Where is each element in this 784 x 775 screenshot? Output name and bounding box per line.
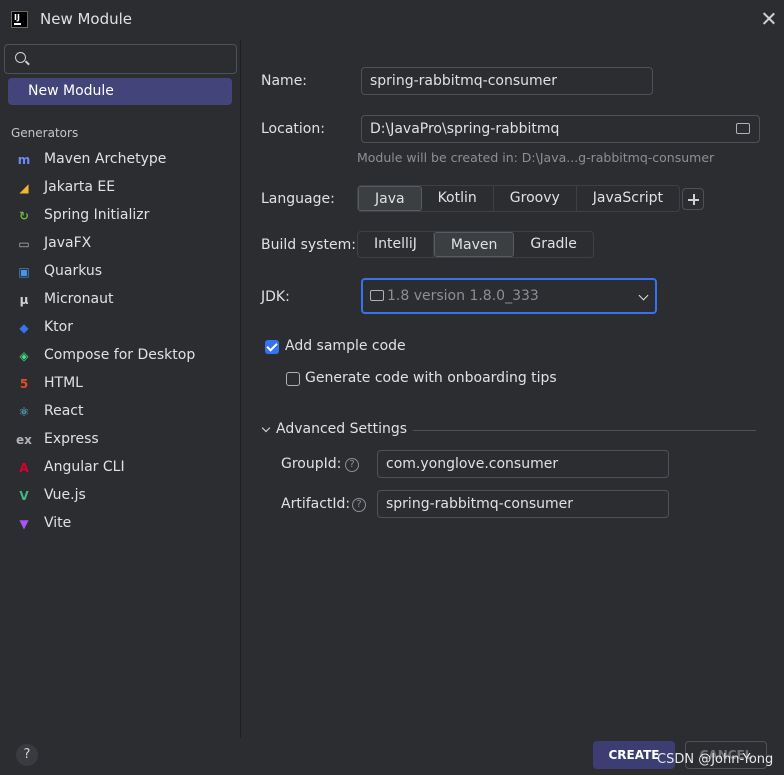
build-maven[interactable]: Maven [433, 232, 515, 257]
build-system-selector: IntelliJ Maven Gradle [357, 231, 594, 258]
add-sample-code-checkbox[interactable] [265, 340, 279, 354]
generator-item[interactable]: ▼ Vite [0, 510, 240, 538]
watermark: CSDN @John-Yong [657, 752, 774, 767]
generator-label: Quarkus [44, 263, 103, 279]
generator-label: JavaFX [44, 235, 92, 251]
jdk-value: 1.8 version 1.8.0_333 [387, 288, 539, 304]
build-gradle[interactable]: Gradle [514, 232, 593, 257]
location-hint: Module will be created in: D:\Java...g-r… [357, 150, 715, 165]
sidebar-item-new-module[interactable]: New Module [8, 78, 232, 105]
language-kotlin[interactable]: Kotlin [422, 186, 494, 211]
generator-label: Ktor [44, 319, 73, 335]
vite-icon: ▼ [19, 517, 29, 531]
language-groovy[interactable]: Groovy [494, 186, 577, 211]
intellij-app-icon: IJ [11, 11, 28, 28]
generator-label: Vue.js [44, 487, 86, 503]
micronaut-icon: μ [19, 293, 29, 307]
angular-icon: A [19, 461, 29, 475]
artifactid-label: ArtifactId: [281, 496, 351, 512]
generator-item[interactable]: μ Micronaut [0, 286, 240, 314]
help-button[interactable]: ? [16, 744, 38, 766]
browse-folder-icon[interactable] [736, 123, 750, 134]
language-selector: Java Kotlin Groovy JavaScript [357, 185, 680, 212]
search-input[interactable] [4, 44, 237, 74]
generator-item[interactable]: A Angular CLI [0, 454, 240, 482]
generator-item[interactable]: 5 HTML [0, 370, 240, 398]
close-icon[interactable] [759, 9, 779, 29]
jakarta-icon: ◢ [19, 181, 29, 195]
name-field[interactable]: spring-rabbitmq-consumer [361, 67, 653, 95]
location-value: D:\JavaPro\spring-rabbitmq [370, 121, 560, 137]
location-label: Location: [261, 121, 325, 137]
chevron-down-icon[interactable] [261, 423, 271, 433]
chevron-down-icon [638, 290, 649, 301]
generator-label: Compose for Desktop [44, 347, 196, 363]
spring-icon: ↻ [18, 209, 30, 223]
javafx-icon: ▭ [18, 237, 30, 251]
generator-label: Micronaut [44, 291, 114, 307]
generator-label: Vite [44, 515, 72, 531]
sidebar: New Module Generators m Maven Archetype ◢ J… [0, 40, 241, 738]
section-divider [413, 430, 756, 431]
vue-icon: V [19, 489, 29, 503]
generator-item[interactable]: ◆ Ktor [0, 314, 240, 342]
location-field[interactable]: D:\JavaPro\spring-rabbitmq [361, 115, 760, 143]
search-icon [15, 52, 26, 63]
onboarding-tips-label: Generate code with onboarding tips [305, 370, 557, 386]
generator-label: HTML [44, 375, 83, 391]
compose-icon: ◈ [19, 349, 29, 363]
generator-label: Angular CLI [44, 459, 125, 475]
groupid-help-icon[interactable]: ? [345, 458, 359, 472]
generator-label: Spring Initializr [44, 207, 150, 223]
jdk-label: JDK: [261, 289, 290, 305]
express-icon: ex [16, 433, 32, 447]
build-intellij[interactable]: IntelliJ [358, 232, 434, 257]
generator-label: Express [44, 431, 99, 447]
generator-item[interactable]: ↻ Spring Initializr [0, 202, 240, 230]
react-icon: ⚛ [18, 405, 30, 419]
generator-label: Maven Archetype [44, 151, 167, 167]
module-form: Name: spring-rabbitmq-consumer Location:… [241, 40, 784, 738]
generator-item[interactable]: V Vue.js [0, 482, 240, 510]
groupid-field[interactable]: com.yonglove.consumer [377, 450, 669, 478]
jdk-select[interactable]: 1.8 version 1.8.0_333 [361, 278, 657, 314]
html-icon: 5 [19, 377, 29, 391]
jdk-folder-icon [370, 290, 384, 301]
language-label: Language: [261, 191, 335, 207]
artifactid-help-icon[interactable]: ? [352, 498, 366, 512]
window-title: New Module [40, 10, 133, 28]
generator-item[interactable]: ▣ Quarkus [0, 258, 240, 286]
maven-icon: m [17, 153, 31, 167]
onboarding-tips-checkbox[interactable] [286, 372, 300, 386]
name-label: Name: [261, 73, 308, 89]
language-javascript[interactable]: JavaScript [577, 186, 679, 211]
artifactid-field[interactable]: spring-rabbitmq-consumer [377, 490, 669, 518]
app-icon-text: IJ [14, 13, 20, 22]
add-language-icon[interactable] [682, 188, 704, 210]
build-system-label: Build system: [261, 237, 356, 253]
ktor-icon: ◆ [19, 321, 29, 335]
generators-header: Generators [11, 126, 79, 140]
generators-list: m Maven Archetype ◢ Jakarta EE ↻ Spring Initi… [0, 146, 240, 538]
generator-label: React [44, 403, 84, 419]
generator-item[interactable]: m Maven Archetype [0, 146, 240, 174]
generator-item[interactable]: ▭ JavaFX [0, 230, 240, 258]
add-sample-code-label: Add sample code [285, 338, 406, 354]
generator-label: Jakarta EE [44, 179, 116, 195]
title-bar: IJ New Module [0, 0, 784, 40]
quarkus-icon: ▣ [18, 265, 30, 279]
language-java[interactable]: Java [358, 186, 422, 211]
generator-item[interactable]: ⚛ React [0, 398, 240, 426]
generator-item[interactable]: ◈ Compose for Desktop [0, 342, 240, 370]
advanced-settings-toggle[interactable]: Advanced Settings [276, 421, 407, 437]
generator-item[interactable]: ◢ Jakarta EE [0, 174, 240, 202]
generator-item[interactable]: ex Express [0, 426, 240, 454]
groupid-label: GroupId: [281, 456, 342, 472]
